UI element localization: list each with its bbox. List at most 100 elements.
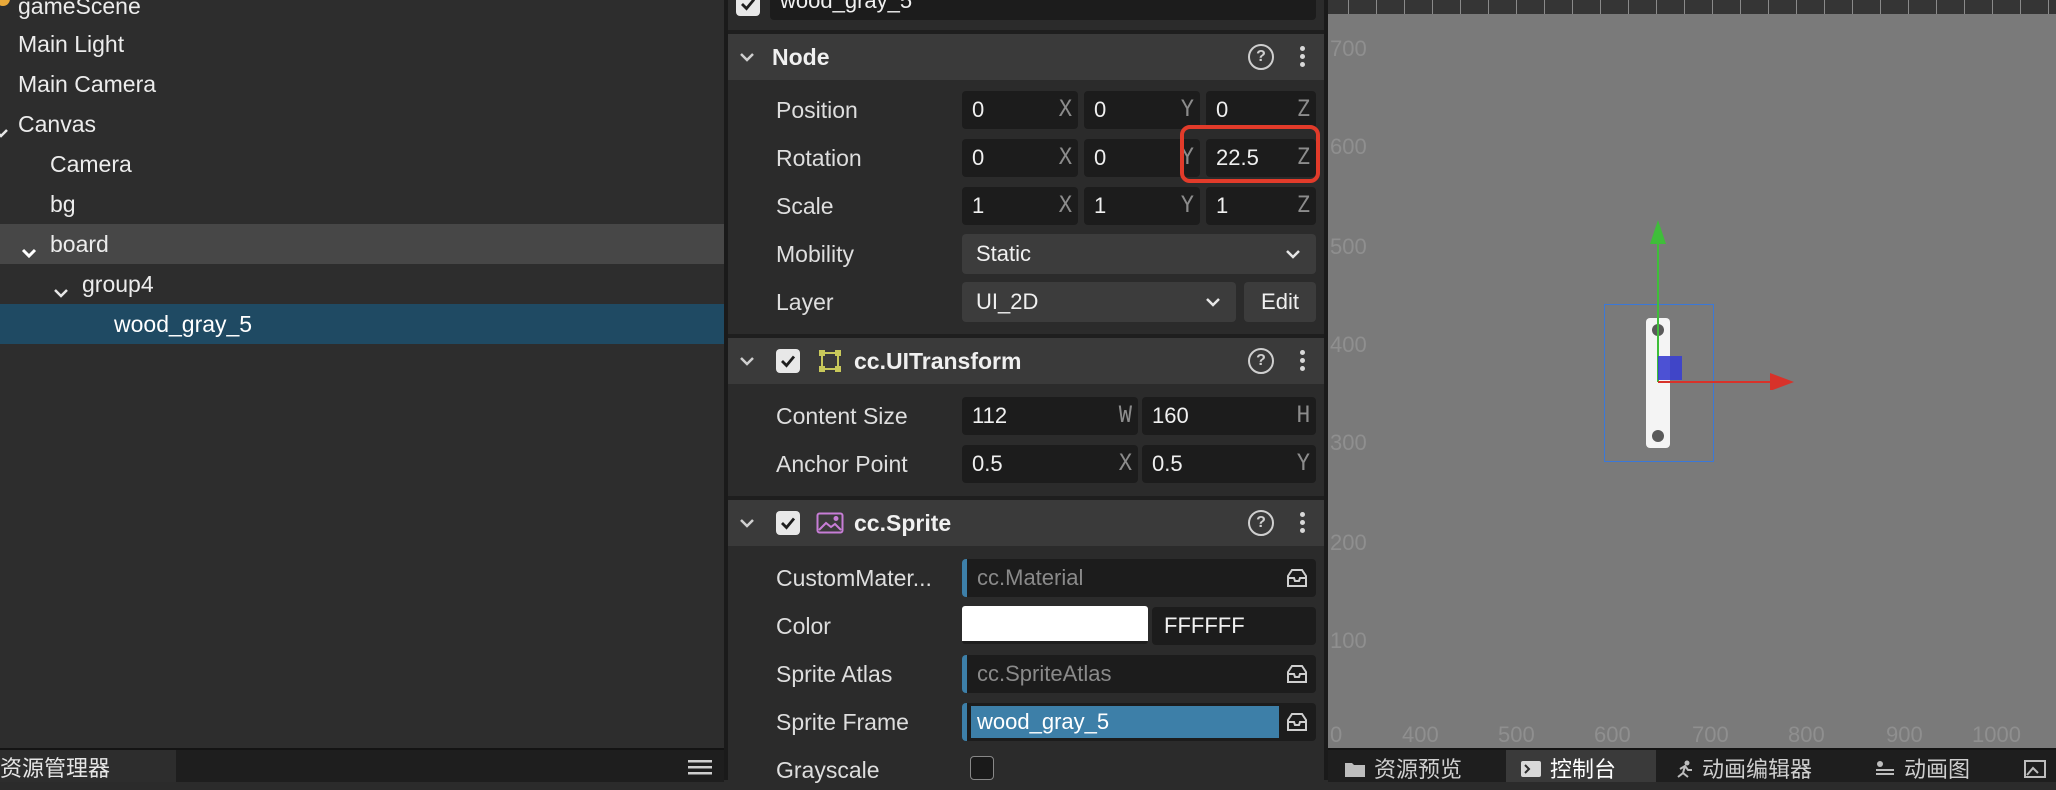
chevron-down-icon[interactable] bbox=[52, 274, 70, 298]
axis-h-label: H bbox=[1296, 403, 1310, 428]
color-hex-input[interactable]: FFFFFF bbox=[1152, 607, 1316, 645]
tab-animation-editor[interactable]: 动画编辑器 bbox=[1658, 750, 1858, 782]
grayscale-checkbox[interactable] bbox=[970, 756, 994, 780]
mobility-label: Mobility bbox=[776, 241, 854, 267]
asset-tray-icon[interactable] bbox=[1286, 664, 1308, 684]
more-options-icon[interactable] bbox=[1298, 44, 1306, 70]
sprite-frame-label: Sprite Frame bbox=[776, 709, 909, 735]
mobility-select[interactable]: Static bbox=[962, 234, 1316, 274]
x-axis-label: 1000 bbox=[1972, 722, 2021, 747]
scale-label: Scale bbox=[776, 193, 834, 219]
menu-icon[interactable] bbox=[688, 758, 712, 776]
axis-y-label: Y bbox=[1180, 193, 1194, 218]
uitransform-icon bbox=[819, 350, 841, 372]
axis-z-label: Z bbox=[1296, 97, 1310, 122]
axis-x-label: X bbox=[1058, 145, 1072, 170]
sprite-frame-field[interactable]: wood_gray_5 bbox=[962, 703, 1316, 741]
sprite-atlas-field[interactable]: cc.SpriteAtlas bbox=[962, 655, 1316, 693]
scale-x-value: 1 bbox=[972, 193, 985, 218]
chevron-down-icon[interactable] bbox=[738, 48, 756, 66]
x-axis-label: 800 bbox=[1788, 722, 1825, 747]
node-section-header[interactable]: Node ? bbox=[728, 34, 1324, 80]
content-height-input[interactable]: 160 H bbox=[1142, 397, 1316, 435]
x-axis-label: 900 bbox=[1886, 722, 1923, 747]
tree-item-gamescene[interactable]: gameScene bbox=[0, 0, 724, 26]
scale-z-value: 1 bbox=[1216, 193, 1229, 218]
scale-y-input[interactable]: 1Y bbox=[1084, 187, 1200, 225]
asset-tray-icon[interactable] bbox=[1286, 568, 1308, 588]
color-swatch[interactable] bbox=[962, 606, 1148, 644]
scale-z-input[interactable]: 1Z bbox=[1206, 187, 1316, 225]
tree-item-wood-gray-5[interactable]: wood_gray_5 bbox=[0, 304, 724, 344]
chevron-down-icon[interactable] bbox=[738, 352, 756, 370]
tab-label: 动画图 bbox=[1904, 757, 1971, 782]
y-axis-label: 700 bbox=[1330, 36, 1367, 61]
mobility-value: Static bbox=[976, 241, 1032, 266]
tab-assets[interactable]: 资源管理器 bbox=[0, 750, 176, 782]
asset-tray-icon[interactable] bbox=[1286, 712, 1308, 732]
tree-item-canvas[interactable]: Canvas bbox=[0, 104, 724, 144]
scene-view[interactable]: 700 600 500 400 300 200 100 0 400 500 60… bbox=[1328, 0, 2056, 748]
tree-item-main-light[interactable]: Main Light bbox=[0, 24, 724, 64]
position-y-input[interactable]: 0Y bbox=[1084, 91, 1200, 129]
tree-item-group4[interactable]: group4 bbox=[0, 264, 724, 304]
image-icon bbox=[2024, 760, 2046, 778]
node-active-checkbox[interactable] bbox=[736, 0, 760, 16]
sprite-section-header[interactable]: cc.Sprite ? bbox=[728, 500, 1324, 546]
content-width-input[interactable]: 112 W bbox=[962, 397, 1138, 435]
tree-item-label: Main Camera bbox=[18, 71, 157, 97]
folder-icon bbox=[1345, 763, 1365, 777]
chevron-down-icon[interactable] bbox=[738, 514, 756, 532]
layer-value: UI_2D bbox=[976, 289, 1039, 314]
position-x-input[interactable]: 0X bbox=[962, 91, 1078, 129]
x-axis-label: 600 bbox=[1594, 722, 1631, 747]
sprite-enabled-checkbox[interactable] bbox=[776, 511, 800, 535]
uitransform-enabled-checkbox[interactable] bbox=[776, 349, 800, 373]
custom-material-placeholder: cc.Material bbox=[977, 565, 1084, 590]
chevron-down-icon[interactable] bbox=[20, 234, 38, 259]
tab-console[interactable]: 控制台 bbox=[1506, 750, 1656, 782]
move-gizmo-icon[interactable] bbox=[1628, 210, 1808, 390]
scale-x-input[interactable]: 1X bbox=[962, 187, 1078, 225]
uitransform-section-header[interactable]: cc.UITransform ? bbox=[728, 338, 1324, 384]
tree-item-main-camera[interactable]: Main Camera bbox=[0, 64, 724, 104]
scene-top-ruler bbox=[1328, 0, 2056, 14]
more-options-icon[interactable] bbox=[1298, 348, 1306, 374]
position-y-value: 0 bbox=[1094, 97, 1107, 122]
position-label: Position bbox=[776, 97, 858, 123]
help-icon[interactable]: ? bbox=[1248, 44, 1274, 70]
x-axis-label: 400 bbox=[1402, 722, 1439, 747]
layer-edit-button[interactable]: Edit bbox=[1244, 282, 1316, 322]
y-axis-label: 100 bbox=[1330, 628, 1367, 653]
anchor-y-value: 0.5 bbox=[1152, 451, 1183, 476]
y-axis-label: 300 bbox=[1330, 430, 1367, 455]
x-axis-label: 700 bbox=[1692, 722, 1729, 747]
tree-item-board[interactable]: board bbox=[0, 224, 724, 264]
tab-overflow[interactable] bbox=[2012, 750, 2056, 782]
anchor-x-input[interactable]: 0.5 X bbox=[962, 445, 1138, 483]
tree-item-bg[interactable]: bg bbox=[0, 184, 724, 224]
node-name-input[interactable]: wood_gray_5 bbox=[770, 0, 1316, 20]
tab-asset-preview[interactable]: 资源预览 bbox=[1328, 750, 1504, 782]
axis-y-label: Y bbox=[1180, 97, 1194, 122]
sprite-atlas-label: Sprite Atlas bbox=[776, 661, 893, 687]
more-options-icon[interactable] bbox=[1298, 510, 1306, 536]
position-z-input[interactable]: 0Z bbox=[1206, 91, 1316, 129]
scene-bottom-tabs: 资源预览 控制台 动画编辑器 动画图 bbox=[1328, 748, 2056, 782]
help-icon[interactable]: ? bbox=[1248, 348, 1274, 374]
help-icon[interactable]: ? bbox=[1248, 510, 1274, 536]
axis-y-label: Y bbox=[1296, 451, 1310, 476]
y-axis-label: 400 bbox=[1330, 332, 1367, 357]
tab-animation-graph[interactable]: 动画图 bbox=[1860, 750, 2010, 782]
tree-item-label: Canvas bbox=[18, 111, 96, 137]
tree-item-camera[interactable]: Camera bbox=[0, 144, 724, 184]
color-label: Color bbox=[776, 613, 831, 639]
chevron-down-icon bbox=[1206, 298, 1220, 307]
chevron-down-icon[interactable] bbox=[0, 114, 10, 138]
anchor-y-input[interactable]: 0.5 Y bbox=[1142, 445, 1316, 483]
layer-select[interactable]: UI_2D bbox=[962, 282, 1236, 322]
assets-panel-bar: 资源管理器 bbox=[0, 748, 724, 782]
rotation-x-input[interactable]: 0X bbox=[962, 139, 1078, 177]
x-axis-label: 0 bbox=[1330, 722, 1343, 747]
custom-material-field[interactable]: cc.Material bbox=[962, 559, 1316, 597]
